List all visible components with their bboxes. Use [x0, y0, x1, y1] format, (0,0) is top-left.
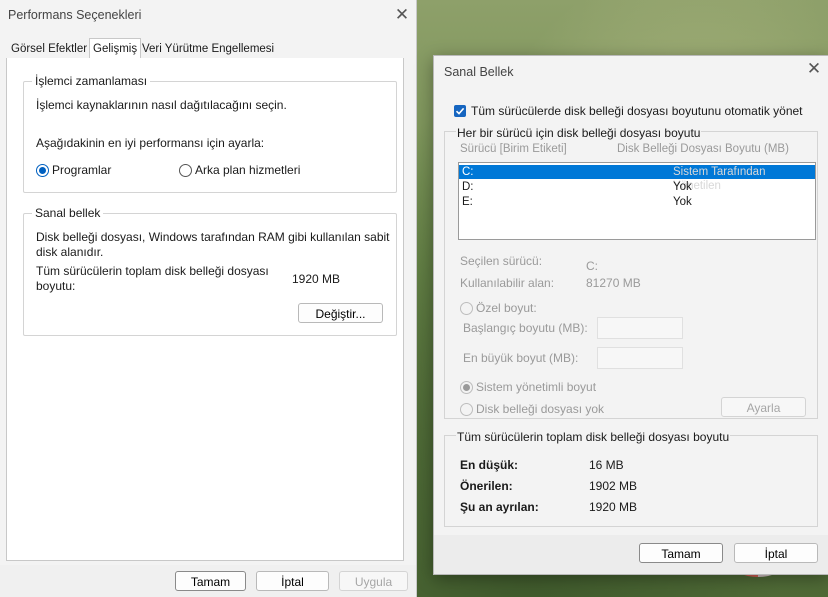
close-button[interactable]: ✕	[390, 3, 414, 27]
available-space-label: Kullanılabilir alan:	[460, 276, 555, 290]
ok-button[interactable]: Tamam	[175, 571, 246, 591]
change-button[interactable]: Değiştir...	[298, 303, 383, 323]
window-title: Performans Seçenekleri	[8, 8, 142, 22]
cancel-button[interactable]: İptal	[256, 571, 329, 591]
currently-allocated-value: 1920 MB	[589, 500, 638, 514]
system-managed-radio[interactable]	[460, 381, 473, 394]
auto-manage-label[interactable]: Tüm sürücülerde disk belleği dosyası boy…	[471, 104, 803, 118]
drive-row-e[interactable]: E: Yok	[459, 195, 815, 209]
tab-visual-effects[interactable]: Görsel Efektler	[8, 41, 90, 58]
size-column-header: Disk Belleği Dosyası Boyutu (MB)	[617, 143, 789, 155]
custom-size-label[interactable]: Özel boyut:	[476, 301, 537, 315]
tab-advanced[interactable]: Gelişmiş	[89, 38, 142, 60]
advanced-tab-panel: İşlemci zamanlaması İşlemci kaynaklarını…	[6, 58, 404, 561]
minimum-label: En düşük:	[460, 458, 519, 472]
drive-row-d[interactable]: D: Yok	[459, 180, 815, 194]
drive-column-header: Sürücü [Birim Etiketi]	[460, 143, 567, 155]
total-size-label-line2: boyutu:	[36, 279, 76, 293]
cancel-button[interactable]: İptal	[734, 543, 818, 563]
system-managed-label[interactable]: Sistem yönetimli boyut	[476, 380, 596, 394]
performance-options-window: Performans Seçenekleri ✕ Görsel Efektler…	[0, 0, 417, 597]
group-title: İşlemci zamanlaması	[32, 74, 151, 88]
programs-radio[interactable]	[36, 164, 49, 177]
minimum-value: 16 MB	[589, 458, 624, 472]
processor-scheduling-group: İşlemci zamanlaması İşlemci kaynaklarını…	[23, 74, 397, 193]
selected-drive-value: C:	[586, 259, 598, 273]
set-button[interactable]: Ayarla	[721, 397, 806, 417]
drive-list: C: Sistem Tarafından Yönetilen D: Yok E:…	[458, 162, 816, 240]
no-paging-file-radio[interactable]	[460, 403, 473, 416]
dialog-footer: Tamam İptal	[434, 535, 828, 574]
check-icon	[455, 107, 465, 115]
vm-description-line1: Disk belleği dosyası, Windows tarafından…	[36, 230, 390, 244]
close-button[interactable]: ✕	[802, 57, 826, 81]
recommended-label: Önerilen:	[460, 479, 513, 493]
virtual-memory-window: Sanal Bellek ✕ Tüm sürücülerde disk bell…	[433, 55, 828, 575]
programs-label[interactable]: Programlar	[52, 163, 111, 177]
totals-title: Tüm sürücülerin toplam disk belleği dosy…	[456, 430, 731, 444]
dialog-footer: Tamam İptal Uygula	[0, 565, 416, 597]
tab-data-execution-prevention[interactable]: Veri Yürütme Engellemesi	[139, 41, 277, 58]
max-size-label: En büyük boyut (MB):	[463, 351, 579, 365]
selected-drive-label: Seçilen sürücü:	[460, 254, 543, 268]
recommended-value: 1902 MB	[589, 479, 638, 493]
auto-manage-checkbox[interactable]	[454, 105, 466, 117]
per-drive-title: Her bir sürücü için disk belleği dosyası…	[456, 126, 702, 140]
currently-allocated-label: Şu an ayrılan:	[460, 500, 539, 514]
background-services-label[interactable]: Arka plan hizmetleri	[195, 163, 300, 177]
title-bar: Performans Seçenekleri ✕	[0, 0, 416, 30]
total-size-value: 1920 MB	[292, 272, 341, 286]
adjust-label: Aşağıdakinin en iyi performansı için aya…	[36, 136, 265, 150]
ok-button[interactable]: Tamam	[639, 543, 723, 563]
total-size-label-line1: Tüm sürücülerin toplam disk belleği dosy…	[36, 264, 269, 278]
tab-strip: Görsel Efektler Gelişmiş Veri Yürütme En…	[6, 38, 402, 60]
processor-description: İşlemci kaynaklarının nasıl dağıtılacağı…	[36, 98, 287, 112]
window-title: Sanal Bellek	[444, 65, 514, 79]
vm-description-line2: disk alanıdır.	[36, 245, 104, 259]
initial-size-input[interactable]	[597, 317, 683, 339]
available-space-value: 81270 MB	[586, 276, 641, 290]
apply-button[interactable]: Uygula	[339, 571, 408, 591]
group-title: Sanal bellek	[32, 206, 104, 220]
background-services-radio[interactable]	[179, 164, 192, 177]
max-size-input[interactable]	[597, 347, 683, 369]
initial-size-label: Başlangıç boyutu (MB):	[463, 321, 588, 335]
no-paging-file-label[interactable]: Disk belleği dosyası yok	[476, 402, 604, 416]
virtual-memory-group: Sanal bellek Disk belleği dosyası, Windo…	[23, 206, 397, 336]
custom-size-radio[interactable]	[460, 302, 473, 315]
drive-row-c[interactable]: C: Sistem Tarafından Yönetilen	[459, 165, 815, 192]
